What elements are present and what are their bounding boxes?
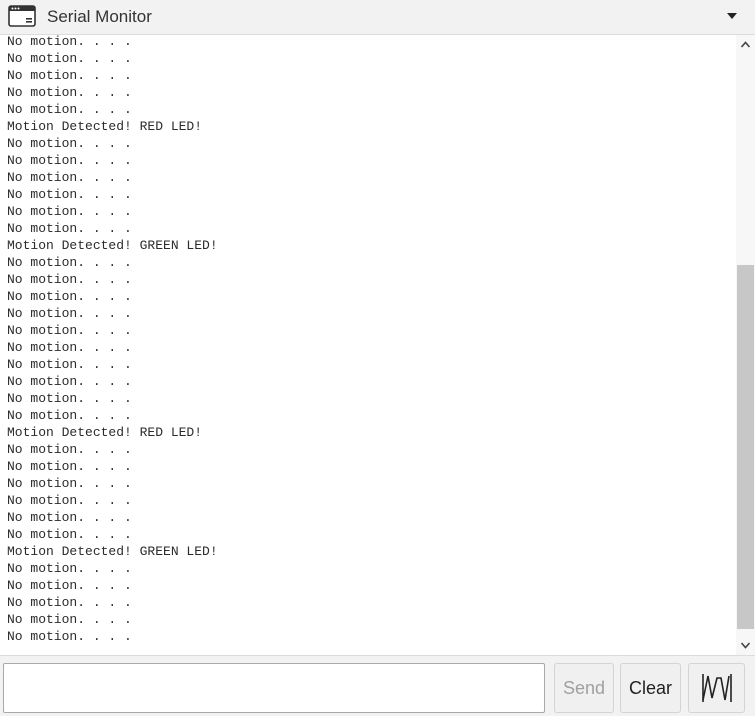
dropdown-arrow-icon[interactable] [726, 11, 738, 21]
log-line: No motion. . . . [7, 612, 132, 627]
vertical-scrollbar[interactable] [736, 35, 755, 655]
log-line: No motion. . . . [7, 595, 132, 610]
log-line: No motion. . . . [7, 289, 132, 304]
log-line: No motion. . . . [7, 527, 132, 542]
serial-plotter-icon [701, 674, 732, 702]
scroll-up-icon[interactable] [740, 40, 751, 49]
scroll-down-icon[interactable] [740, 641, 751, 650]
log-line: No motion. . . . [7, 85, 132, 100]
log-line: No motion. . . . [7, 68, 132, 83]
log-line: No motion. . . . [7, 323, 132, 338]
window-icon [8, 5, 36, 27]
clear-button[interactable]: Clear [620, 663, 681, 713]
serial-plotter-button[interactable] [688, 663, 745, 713]
log-line: No motion. . . . [7, 187, 132, 202]
log-line: Motion Detected! GREEN LED! [7, 238, 218, 253]
title-bar: Serial Monitor [0, 0, 755, 35]
window-title: Serial Monitor [47, 7, 152, 26]
log-line: No motion. . . . [7, 493, 132, 508]
log-line: No motion. . . . [7, 221, 132, 236]
log-line: No motion. . . . [7, 629, 132, 644]
log-line: No motion. . . . [7, 136, 132, 151]
log-line: No motion. . . . [7, 306, 132, 321]
log-line: No motion. . . . [7, 102, 132, 117]
message-input[interactable] [3, 663, 545, 713]
log-line: No motion. . . . [7, 255, 132, 270]
send-bar: Send Clear [0, 655, 755, 716]
log-line: Motion Detected! RED LED! [7, 425, 203, 440]
log-line: No motion. . . . [7, 442, 132, 457]
log-line: No motion. . . . [7, 459, 132, 474]
log-line: No motion. . . . [7, 51, 132, 66]
log-line: No motion. . . . [7, 204, 132, 219]
log-line: No motion. . . . [7, 340, 132, 355]
log-line: No motion. . . . [7, 476, 132, 491]
log-line: No motion. . . . [7, 374, 132, 389]
log-line: No motion. . . . [7, 357, 132, 372]
log-line: No motion. . . . [7, 170, 132, 185]
log-line: No motion. . . . [7, 153, 132, 168]
log-line: No motion. . . . [7, 35, 132, 49]
serial-output: No motion. . . . No motion. . . . No motio… [0, 35, 736, 655]
log-line: No motion. . . . [7, 578, 132, 593]
log-line: Motion Detected! GREEN LED! [7, 544, 218, 559]
scroll-thumb[interactable] [737, 265, 754, 629]
log-line: No motion. . . . [7, 561, 132, 576]
log-line: No motion. . . . [7, 510, 132, 525]
log-line: No motion. . . . [7, 408, 132, 423]
log-line: Motion Detected! RED LED! [7, 119, 203, 134]
log-line: No motion. . . . [7, 391, 132, 406]
log-line: No motion. . . . [7, 272, 132, 287]
send-button[interactable]: Send [554, 663, 614, 713]
